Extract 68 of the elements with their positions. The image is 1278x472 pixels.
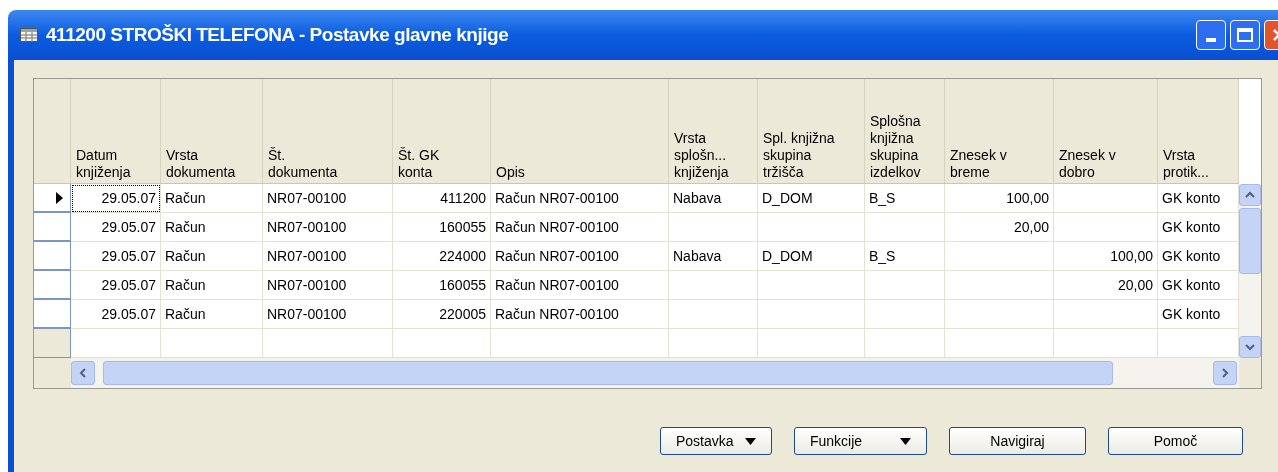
table-cell: Račun <box>161 271 263 300</box>
table-cell: 160055 <box>393 271 491 300</box>
row-selector[interactable] <box>34 184 71 213</box>
table-cell: Račun <box>161 213 263 242</box>
maximize-icon <box>1237 28 1253 42</box>
table-cell: B_S <box>865 184 945 213</box>
table-cell: 411200 <box>393 184 491 213</box>
table-cell: Račun <box>161 242 263 271</box>
table-cell: Račun NR07-00100 <box>491 242 669 271</box>
column-header[interactable]: Znesek v dobro <box>1054 79 1158 183</box>
column-header[interactable]: Vrsta splošn... knjiženja <box>669 79 758 183</box>
caret-icon <box>900 437 911 445</box>
vertical-scrollbar[interactable] <box>1239 184 1261 358</box>
column-header[interactable]: Datum knjiženja <box>71 79 161 183</box>
column-header[interactable]: Vrsta protik... <box>1158 79 1239 183</box>
dropdown-button[interactable]: Funkcije <box>794 427 927 455</box>
table-cell: 100,00 <box>1054 242 1158 271</box>
table-cell: 20,00 <box>945 213 1054 242</box>
window-title: 411200 STROŠKI TELEFONA - Postavke glavne knjige <box>46 22 509 47</box>
scroll-thumb[interactable] <box>103 361 1113 385</box>
table-cell: Račun NR07-00100 <box>491 271 669 300</box>
table-cell: D_DOM <box>758 242 865 271</box>
table-cell: Nabava <box>669 242 758 271</box>
table-cell: B_S <box>865 242 945 271</box>
table-cell: 100,00 <box>945 184 1054 213</box>
table-cell: Račun NR07-00100 <box>491 213 669 242</box>
table-cell: D_DOM <box>758 184 865 213</box>
column-header[interactable]: Vrsta dokumenta <box>161 79 263 183</box>
scroll-left-button[interactable] <box>71 361 95 385</box>
table-cell: 29.05.07 <box>71 242 161 271</box>
minimize-button[interactable] <box>1196 20 1226 50</box>
table-cell: 220005 <box>393 300 491 329</box>
column-header[interactable]: Splošna knjižna skupina izdelkov <box>865 79 945 183</box>
action-button[interactable]: Navigiraj <box>949 427 1086 455</box>
column-header[interactable]: Št. dokumenta <box>263 79 393 183</box>
scroll-thumb[interactable] <box>1239 208 1261 274</box>
table-cell: Račun <box>161 300 263 329</box>
current-row-icon <box>56 191 63 204</box>
scroll-up-button[interactable] <box>1239 184 1261 206</box>
table-cell: Račun NR07-00100 <box>491 300 669 329</box>
column-header[interactable]: Spl. knjižna skupina tržišča <box>758 79 865 183</box>
table-cell: 224000 <box>393 242 491 271</box>
maximize-button[interactable] <box>1230 20 1260 50</box>
scroll-down-button[interactable] <box>1239 336 1261 358</box>
table-cell: NR07-00100 <box>263 242 393 271</box>
table-cell: Račun NR07-00100 <box>491 184 669 213</box>
table-cell: NR07-00100 <box>263 213 393 242</box>
table-cell: NR07-00100 <box>263 300 393 329</box>
table-cell: 20,00 <box>1054 271 1158 300</box>
table-cell: Račun <box>161 184 263 213</box>
caret-icon <box>745 437 756 445</box>
table-icon <box>20 28 38 42</box>
table-cell: 160055 <box>393 213 491 242</box>
table-cell: NR07-00100 <box>263 184 393 213</box>
action-button[interactable]: Pomoč <box>1108 427 1243 455</box>
table-cell: Nabava <box>669 184 758 213</box>
scroll-right-button[interactable] <box>1213 361 1237 385</box>
column-header[interactable]: Št. GK konta <box>393 79 491 183</box>
table-cell: 29.05.07 <box>71 213 161 242</box>
column-header[interactable]: Opis <box>491 79 669 183</box>
dropdown-button[interactable]: Postavka <box>660 427 772 455</box>
table-cell: 29.05.07 <box>71 184 161 213</box>
minimize-icon <box>1206 38 1216 42</box>
column-header[interactable]: Znesek v breme <box>945 79 1054 183</box>
table-cell: NR07-00100 <box>263 271 393 300</box>
horizontal-scrollbar[interactable] <box>71 358 1239 388</box>
table-cell: 29.05.07 <box>71 300 161 329</box>
table-cell: 29.05.07 <box>71 271 161 300</box>
